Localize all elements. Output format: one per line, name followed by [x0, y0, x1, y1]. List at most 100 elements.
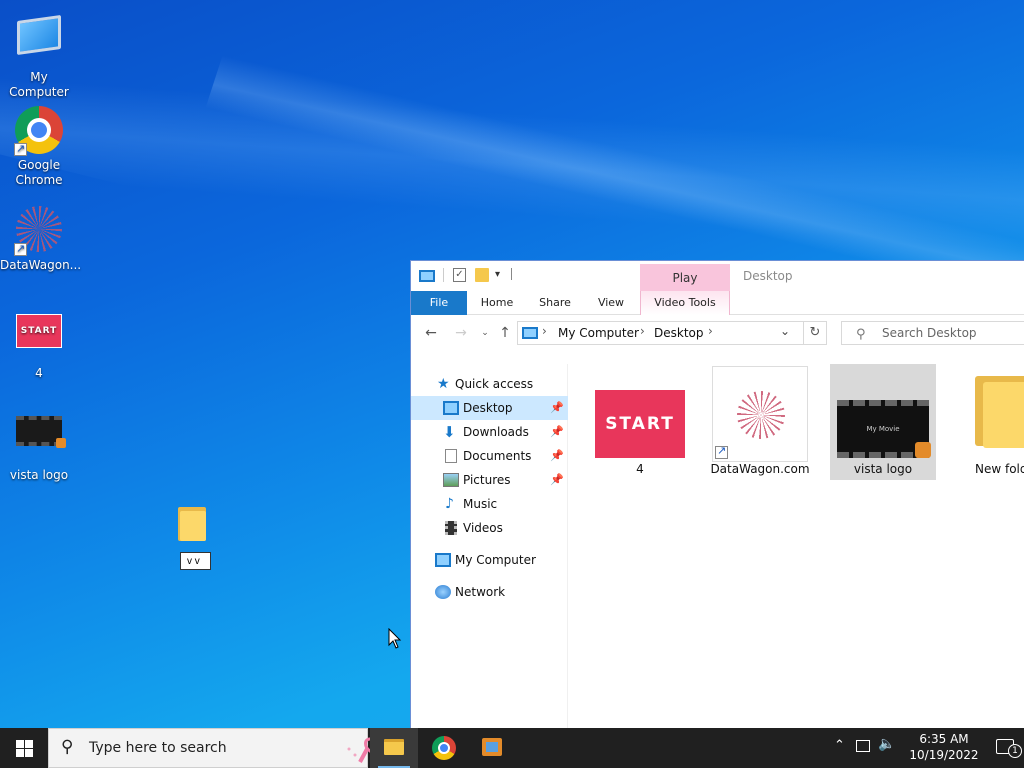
refresh-icon[interactable]: ↻	[803, 321, 827, 345]
clock-time: 6:35 AM	[919, 732, 969, 746]
taskbar-chrome[interactable]	[420, 728, 468, 768]
forward-arrow-icon[interactable]: →	[451, 323, 471, 343]
pin-icon[interactable]: 📌	[550, 420, 564, 444]
start-button[interactable]	[0, 728, 48, 768]
network-icon[interactable]	[856, 740, 870, 752]
desktop-icon-label: 4	[35, 366, 43, 380]
computer-icon	[435, 553, 451, 567]
folder-icon	[975, 376, 1024, 448]
up-arrow-icon[interactable]: ↑	[495, 323, 515, 343]
divider	[511, 268, 512, 280]
taskbar: ⚲ Type here to search ⌃ 🔈 6:35 AM 10/19/…	[0, 728, 1024, 768]
nav-label: Music	[463, 497, 498, 511]
nav-label: Desktop	[463, 401, 513, 415]
window-title: Desktop	[743, 269, 793, 283]
pin-icon[interactable]: 📌	[550, 468, 564, 492]
file-item-4[interactable]: START 4	[587, 364, 693, 480]
breadcrumb-separator-icon: ›	[708, 324, 713, 338]
pin-icon[interactable]: 📌	[550, 396, 564, 420]
breadcrumb-my-computer[interactable]: My Computer	[558, 326, 639, 340]
image-thumbnail: START	[595, 390, 685, 458]
video-thumbnail-text: My Movie	[866, 425, 900, 433]
tab-view[interactable]: View	[591, 291, 631, 315]
shortcut-arrow-icon	[14, 241, 27, 256]
file-explorer-window[interactable]: ✓ ▾ Play Desktop File Home Share View Vi…	[410, 260, 1024, 728]
rename-input[interactable]	[180, 552, 211, 570]
properties-icon[interactable]: ✓	[453, 268, 466, 282]
nav-item-videos[interactable]: Videos	[411, 516, 568, 540]
datawagon-icon	[712, 366, 808, 462]
search-input[interactable]: ⚲ Search Desktop	[841, 321, 1024, 345]
desktop-icon-my-computer[interactable]: My Computer	[0, 10, 78, 100]
windows-logo-icon	[16, 740, 33, 757]
desktop-icon-google-chrome[interactable]: Google Chrome	[0, 106, 78, 188]
desktop-new-folder[interactable]	[170, 505, 220, 570]
star-icon: ★	[437, 376, 450, 392]
desktop-icon-4[interactable]: START 4	[0, 304, 78, 381]
file-item-new-folder[interactable]: New fold	[953, 364, 1024, 480]
file-item-vista-logo[interactable]: My Movie vista logo	[830, 364, 936, 480]
chrome-icon	[14, 106, 64, 156]
nav-item-documents[interactable]: Documents 📌	[411, 444, 568, 468]
search-icon: ⚲	[856, 327, 866, 342]
pin-icon[interactable]: 📌	[550, 444, 564, 468]
breadcrumb-desktop[interactable]: Desktop	[654, 326, 704, 340]
tab-video-tools[interactable]: Video Tools	[640, 291, 730, 315]
download-arrow-icon: ⬇	[443, 423, 456, 441]
file-item-datawagon[interactable]: DataWagon.com	[707, 364, 813, 480]
search-placeholder: Search Desktop	[882, 326, 977, 340]
address-bar[interactable]: › My Computer › Desktop › ⌄	[517, 321, 827, 345]
nav-item-desktop[interactable]: Desktop 📌	[411, 396, 568, 420]
nav-item-music[interactable]: ♪ Music	[411, 492, 568, 516]
volume-icon[interactable]: 🔈	[878, 736, 895, 752]
video-thumbnail: My Movie	[837, 400, 931, 458]
customize-qat-icon[interactable]: ▾	[495, 269, 500, 280]
nav-quick-access[interactable]: ★ Quick access	[411, 372, 568, 396]
nav-label: Network	[455, 585, 506, 599]
desktop-icon-datawagon[interactable]: DataWagon...	[0, 206, 81, 273]
file-list[interactable]: START 4 DataWagon.com My Movie vista log…	[581, 364, 1024, 728]
ribbon-tabs: File Home Share View Video Tools	[411, 291, 1024, 315]
clock-date: 10/19/2022	[909, 748, 979, 762]
navigation-pane[interactable]: ★ Quick access Desktop 📌 ⬇ Downloads 📌 D…	[411, 364, 568, 728]
movie-maker-badge-icon	[915, 442, 931, 458]
desktop-icon-label: Google Chrome	[15, 158, 63, 187]
video-file-icon	[14, 416, 66, 466]
tab-share[interactable]: Share	[533, 291, 577, 315]
start-image-thumbnail: START	[14, 314, 64, 364]
recent-locations-chevron-icon[interactable]: ⌄	[475, 323, 495, 343]
taskbar-movie-maker[interactable]	[468, 728, 516, 768]
desktop-icon-label: My Computer	[9, 70, 69, 99]
nav-my-computer[interactable]: My Computer	[411, 548, 568, 572]
network-icon	[435, 585, 451, 599]
folder-icon	[178, 505, 206, 541]
new-folder-icon[interactable]	[475, 268, 489, 282]
tab-home[interactable]: Home	[475, 291, 519, 315]
back-arrow-icon[interactable]: ←	[421, 323, 441, 343]
system-tray: ⌃ 🔈 6:35 AM 10/19/2022 1	[834, 728, 1024, 768]
movie-maker-icon	[482, 738, 502, 756]
film-icon	[445, 521, 457, 535]
nav-item-pictures[interactable]: Pictures 📌	[411, 468, 568, 492]
taskbar-file-explorer[interactable]	[370, 728, 418, 768]
address-dropdown-chevron-icon[interactable]: ⌄	[780, 324, 790, 338]
nav-label: Downloads	[463, 425, 529, 439]
nav-item-downloads[interactable]: ⬇ Downloads 📌	[411, 420, 568, 444]
divider	[443, 268, 444, 282]
breadcrumb-separator-icon: ›	[542, 324, 547, 338]
computer-icon	[14, 14, 64, 68]
show-hidden-icons-chevron-icon[interactable]: ⌃	[834, 738, 845, 753]
desktop-icon-vista-logo[interactable]: vista logo	[0, 404, 78, 483]
document-icon	[445, 449, 457, 463]
taskbar-search-box[interactable]: ⚲ Type here to search	[48, 728, 393, 768]
file-explorer-icon	[384, 739, 404, 755]
taskbar-search-placeholder: Type here to search	[89, 740, 227, 756]
nav-network[interactable]: Network	[411, 580, 568, 604]
file-name: 4	[636, 462, 644, 476]
breadcrumb-separator-icon: ›	[640, 324, 645, 338]
clock[interactable]: 6:35 AM 10/19/2022	[904, 731, 984, 763]
title-bar[interactable]: ✓ ▾ Play Desktop	[411, 261, 1024, 292]
window-icon	[419, 270, 435, 282]
tab-file[interactable]: File	[411, 291, 467, 315]
search-icon: ⚲	[61, 737, 74, 757]
